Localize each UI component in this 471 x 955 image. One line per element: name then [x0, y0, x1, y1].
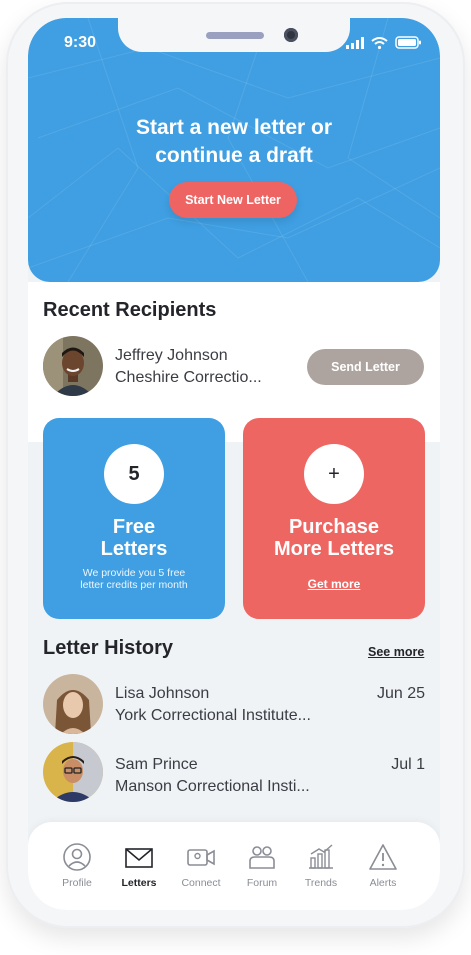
free-letters-count: 5 [104, 444, 164, 504]
recipient-avatar[interactable] [43, 336, 103, 396]
forum-icon [249, 846, 275, 869]
free-letters-title-line1: Free [112, 516, 156, 538]
bottom-tab-bar: Profile Letters Connect Forum Trends Ale… [28, 822, 440, 910]
tab-trends[interactable]: Trends [290, 842, 352, 896]
letter-history-title: Letter History [43, 637, 174, 659]
battery-icon [395, 36, 421, 49]
hero-banner: 9:30 Start a new letter or continue a dr… [28, 18, 440, 282]
free-letters-note: We provide you 5 free letter credits per… [43, 567, 225, 591]
avatar-photo-sam [43, 742, 103, 802]
history-avatar[interactable] [43, 674, 103, 734]
tab-forum[interactable]: Forum [231, 842, 293, 896]
tab-connect[interactable]: Connect [170, 842, 232, 896]
recent-recipients-title: Recent Recipients [43, 299, 217, 321]
history-avatar[interactable] [43, 742, 103, 802]
trends-icon [309, 844, 333, 869]
device-notch [118, 18, 350, 52]
hero-title: Start a new letter or continue a draft [28, 114, 440, 170]
tab-label: Letters [121, 877, 157, 889]
cellular-signal-icon [346, 36, 364, 49]
tab-alerts[interactable]: Alerts [352, 842, 414, 896]
status-icons [346, 36, 422, 49]
history-name: Sam Prince [115, 756, 198, 773]
free-letters-title-line2: Letters [100, 538, 168, 560]
plus-icon: + [304, 444, 364, 504]
history-name: Lisa Johnson [115, 685, 210, 702]
get-more-link[interactable]: Get more [243, 577, 425, 591]
hero-title-line1: Start a new letter or [135, 116, 333, 139]
free-letters-card[interactable]: 5 Free Letters We provide you 5 free let… [43, 418, 225, 619]
purchase-letters-card[interactable]: + Purchase More Letters Get more [243, 418, 425, 619]
tab-label: Profile [62, 877, 92, 889]
purchase-title-line2: More Letters [273, 538, 395, 560]
letters-icon [125, 848, 153, 868]
alerts-icon [369, 844, 397, 870]
wifi-icon [371, 36, 388, 49]
tab-letters[interactable]: Letters [108, 842, 170, 896]
avatar-photo-lisa [43, 674, 103, 734]
hero-title-line2: continue a draft [155, 144, 313, 167]
purchase-letters-title: Purchase More Letters [243, 516, 425, 560]
avatar-photo-jeffrey [43, 336, 103, 396]
tab-label: Trends [304, 877, 338, 889]
history-facility: Manson Correctional Insti... [115, 778, 310, 795]
free-letters-note-line2: letter credits per month [80, 579, 188, 591]
free-letters-note-line1: We provide you 5 free [82, 567, 186, 579]
app-screen: 9:30 Start a new letter or continue a dr… [28, 18, 440, 910]
tab-label: Forum [246, 877, 278, 889]
profile-icon [63, 843, 91, 871]
start-new-letter-button[interactable]: Start New Letter [169, 182, 297, 218]
recipient-name: Jeffrey Johnson [115, 347, 228, 364]
send-letter-button[interactable]: Send Letter [307, 349, 424, 385]
see-more-link[interactable]: See more [368, 645, 424, 659]
history-facility: York Correctional Institute... [115, 707, 311, 724]
tab-label: Connect [181, 877, 221, 889]
tab-profile[interactable]: Profile [46, 842, 108, 896]
history-date: Jun 25 [376, 685, 425, 702]
connect-icon [187, 849, 215, 866]
front-camera [284, 28, 298, 42]
tab-label: Alerts [369, 877, 397, 889]
purchase-title-line1: Purchase [288, 516, 380, 538]
status-time: 9:30 [64, 34, 97, 51]
speaker-grille [206, 32, 264, 39]
free-letters-title: Free Letters [43, 516, 225, 560]
history-date: Jul 1 [391, 756, 425, 773]
recipient-facility: Cheshire Correctio... [115, 369, 262, 386]
